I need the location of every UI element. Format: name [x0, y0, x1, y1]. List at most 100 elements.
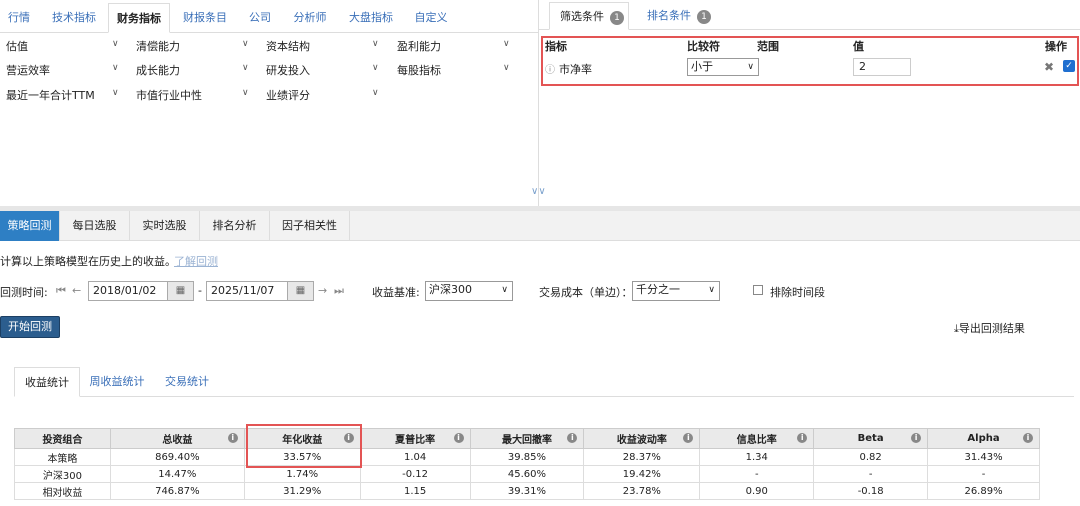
table-row: 本策略 869.40% 33.57% 1.04 39.85% 28.37% 1.…: [14, 448, 1040, 466]
filter-growth[interactable]: 成长能力: [136, 62, 180, 78]
cost-value: 千分之一: [636, 283, 680, 296]
learn-link[interactable]: 了解回测: [174, 253, 218, 269]
prev-arrow-icon[interactable]: ←: [72, 284, 81, 297]
table-cell: 39.85%: [469, 448, 585, 466]
tab-rank-analysis[interactable]: 排名分析: [200, 211, 270, 241]
benchmark-select[interactable]: 沪深300 ∨: [425, 281, 513, 301]
col-volatility[interactable]: 收益波动率 i: [583, 428, 701, 449]
tab-financial[interactable]: 财务指标: [108, 3, 170, 33]
tab-weekly-stats[interactable]: 周收益统计: [84, 367, 150, 397]
table-cell: -: [927, 465, 1040, 483]
chevron-down-icon[interactable]: ∨: [503, 39, 510, 49]
info-icon[interactable]: i: [453, 433, 464, 443]
chevron-down-icon[interactable]: ∨: [372, 39, 379, 49]
tab-return-stats[interactable]: 收益统计: [14, 367, 80, 397]
header-compare: 比较符: [687, 40, 720, 53]
table-cell: 39.31%: [469, 482, 585, 500]
col-total-return[interactable]: 总收益 i: [109, 428, 245, 449]
col-info-ratio[interactable]: 信息比率 i: [699, 428, 815, 449]
header-label: 投资组合: [42, 435, 83, 446]
end-date-input[interactable]: 2025/11/07 ▦: [206, 281, 314, 301]
col-portfolio: 投资组合: [14, 428, 111, 449]
filter-operating-efficiency[interactable]: 营运效率: [6, 62, 50, 78]
filter-valuation[interactable]: 估值: [6, 38, 28, 54]
compare-select[interactable]: 小于 ∨: [687, 58, 759, 76]
chevron-down-icon[interactable]: ∨: [242, 63, 249, 73]
tab-quotes[interactable]: 行情: [0, 3, 38, 33]
start-date-input[interactable]: 2018/01/02 ▦: [88, 281, 194, 301]
table-header-row: 投资组合 总收益 i 年化收益 i 夏普比率 i 最大回撤率 i 收益波动率 i 信息比率…: [14, 428, 1040, 449]
tab-realtime-pick[interactable]: 实时选股: [130, 211, 200, 241]
next-arrow-icon[interactable]: →: [318, 284, 327, 297]
tab-trade-stats[interactable]: 交易统计: [154, 367, 220, 397]
calendar-icon[interactable]: ▦: [167, 282, 193, 300]
col-sharpe[interactable]: 夏普比率 i: [359, 428, 471, 449]
chevron-down-icon[interactable]: ∨: [112, 39, 119, 49]
chevron-down-icon[interactable]: ∨: [372, 63, 379, 73]
exclude-checkbox[interactable]: [753, 285, 763, 295]
filter-per-share[interactable]: 每股指标: [397, 62, 441, 78]
run-backtest-button[interactable]: 开始回测: [0, 316, 60, 338]
filter-performance-score[interactable]: 业绩评分: [266, 87, 310, 103]
tab-report-items[interactable]: 财报条目: [174, 3, 236, 33]
tab-market[interactable]: 大盘指标: [340, 3, 402, 33]
chevron-down-icon[interactable]: ∨: [112, 88, 119, 98]
value-input[interactable]: 2: [853, 58, 911, 76]
export-label: 导出回测结果: [958, 322, 1025, 335]
info-icon[interactable]: i: [797, 433, 808, 443]
info-icon[interactable]: i: [227, 433, 238, 443]
tab-factor-correlation[interactable]: 因子相关性: [270, 211, 350, 241]
tab-daily-pick[interactable]: 每日选股: [60, 211, 130, 241]
filter-solvency[interactable]: 清偿能力: [136, 38, 180, 54]
col-alpha[interactable]: Alpha i: [927, 428, 1040, 449]
info-icon[interactable]: i: [911, 433, 922, 443]
table-cell: 23.78%: [583, 482, 701, 500]
header-label: 总收益: [162, 435, 193, 446]
chevron-down-icon[interactable]: ∨: [112, 63, 119, 73]
benchmark-value: 沪深300: [429, 283, 472, 296]
chevron-down-icon: ∨: [747, 62, 754, 72]
col-beta[interactable]: Beta i: [813, 428, 929, 449]
info-icon[interactable]: ⓘ: [545, 61, 555, 76]
filter-ttm[interactable]: 最近一年合计TTM: [6, 87, 95, 103]
filter-cap-industry-neutral[interactable]: 市值行业中性: [136, 87, 202, 103]
last-icon[interactable]: ⏭: [334, 284, 344, 298]
tab-custom[interactable]: 自定义: [406, 3, 456, 33]
tab-technical[interactable]: 技术指标: [42, 3, 106, 33]
table-cell: 869.40%: [109, 448, 245, 466]
chevron-down-icon[interactable]: ∨: [372, 88, 379, 98]
tab-filter-conditions[interactable]: 筛选条件 1: [549, 2, 629, 30]
filter-rnd[interactable]: 研发投入: [266, 62, 310, 78]
chevron-down-icon[interactable]: ∨: [242, 39, 249, 49]
table-cell: 28.37%: [583, 448, 701, 466]
table-cell: 19.42%: [583, 465, 701, 483]
chevron-down-icon[interactable]: ∨: [242, 88, 249, 98]
tab-company[interactable]: 公司: [240, 3, 280, 33]
filter-profitability[interactable]: 盈利能力: [397, 38, 441, 54]
header-label: 夏普比率: [395, 435, 436, 446]
enable-checkbox[interactable]: ✓: [1063, 60, 1075, 72]
export-button[interactable]: ⤓导出回测结果: [954, 320, 1025, 336]
tab-rank-conditions[interactable]: 排名条件 1: [641, 2, 721, 30]
tab-backtest[interactable]: 策略回测: [0, 211, 60, 241]
cost-select[interactable]: 千分之一 ∨: [632, 281, 720, 301]
collapse-icon[interactable]: ∨∨: [531, 186, 546, 197]
info-icon[interactable]: i: [567, 433, 578, 443]
info-icon[interactable]: i: [1023, 433, 1033, 443]
chevron-down-icon: ∨: [501, 285, 508, 295]
info-icon[interactable]: i: [683, 433, 694, 443]
table-cell: 31.29%: [243, 482, 361, 500]
filter-capital-structure[interactable]: 资本结构: [266, 38, 310, 54]
tab-label: 排名条件: [647, 9, 691, 22]
calendar-icon[interactable]: ▦: [287, 282, 313, 300]
delete-icon[interactable]: ✖: [1044, 60, 1054, 74]
first-icon[interactable]: ⏮: [56, 284, 66, 298]
header-range: 范围: [757, 40, 779, 53]
backtest-time-label: 回测时间:: [0, 286, 48, 299]
chevron-down-icon[interactable]: ∨: [503, 63, 510, 73]
chevron-down-icon: ∨: [708, 285, 715, 295]
count-badge: 1: [697, 10, 711, 24]
table-cell: 相对收益: [14, 482, 111, 500]
tab-analyst[interactable]: 分析师: [284, 3, 336, 33]
col-max-drawdown[interactable]: 最大回撤率 i: [469, 428, 585, 449]
